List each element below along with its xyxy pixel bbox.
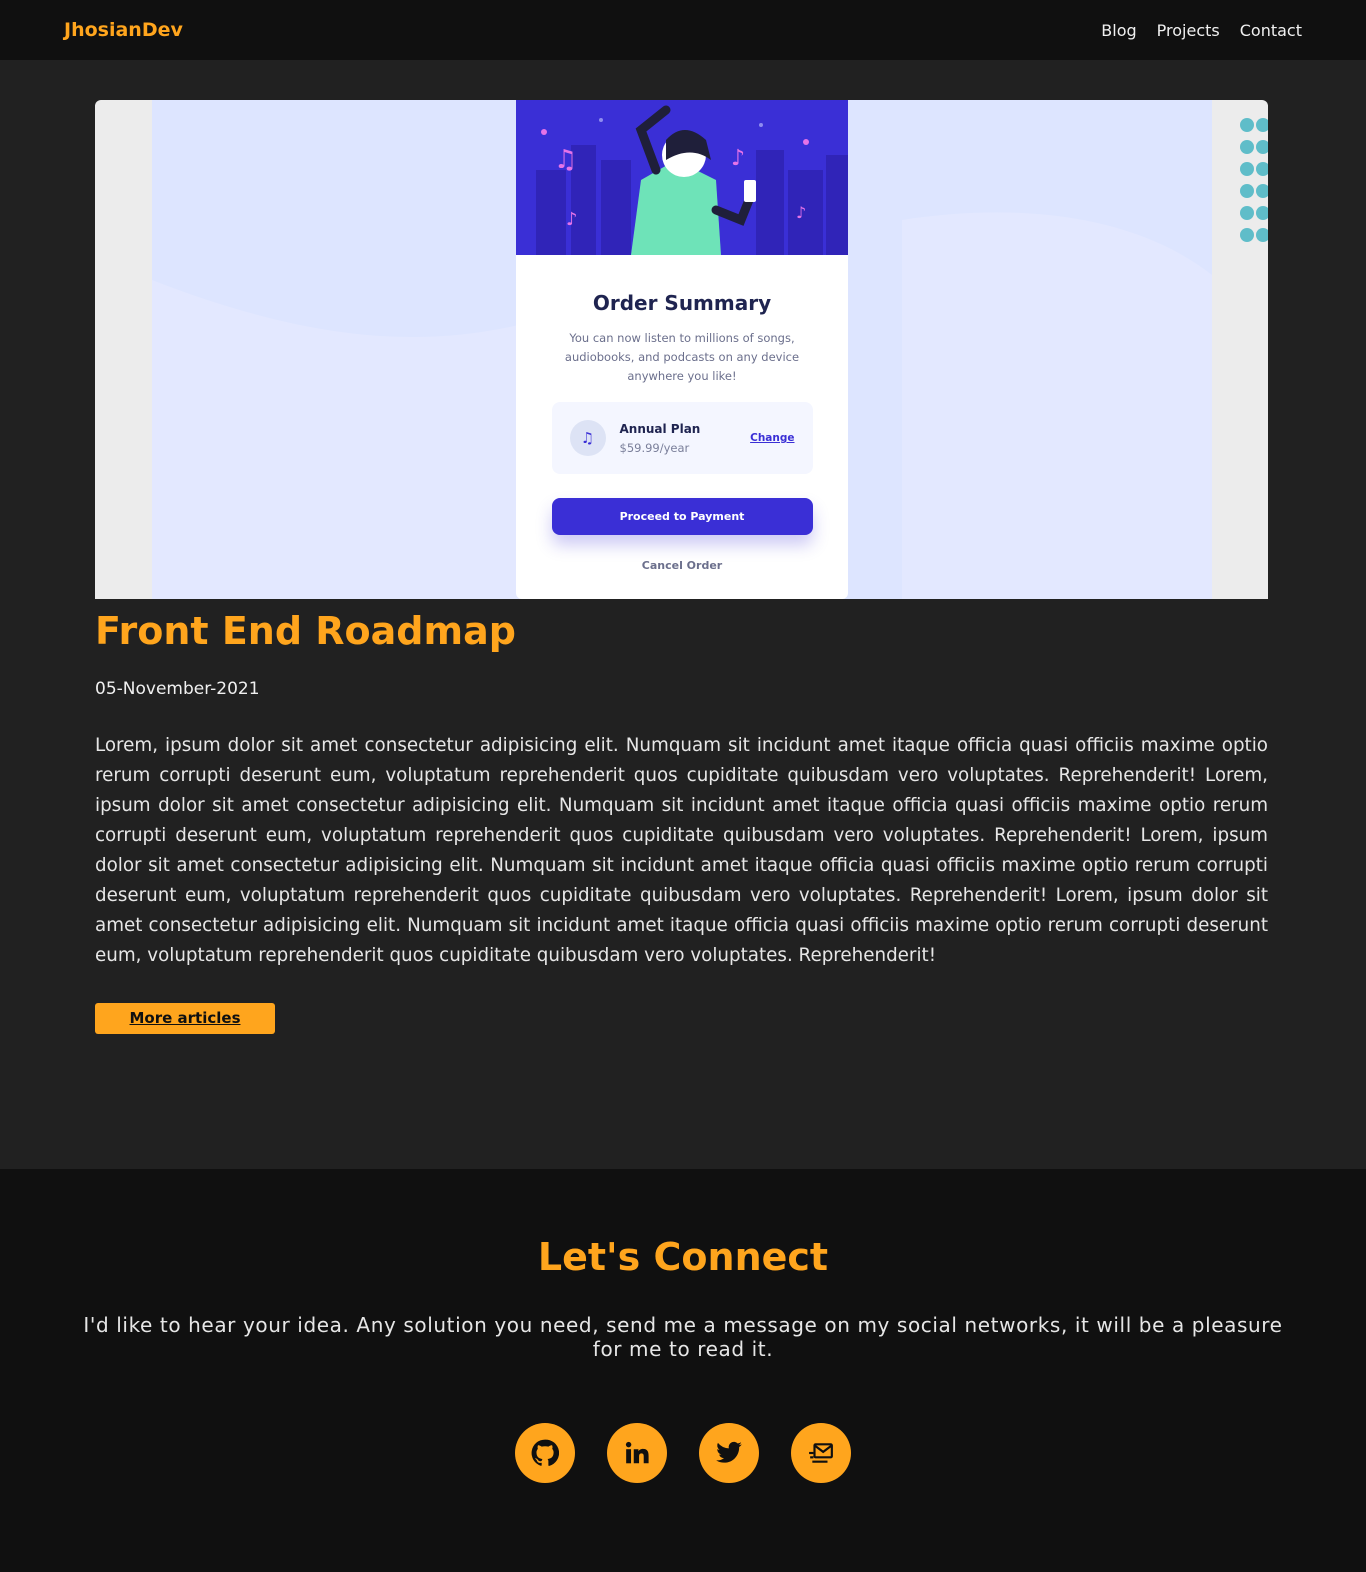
article-date: 05-November-2021 bbox=[95, 679, 260, 699]
twitter-icon[interactable] bbox=[699, 1423, 759, 1483]
connect-section: Let's Connect I'd like to hear your idea… bbox=[0, 1169, 1366, 1572]
cancel-order-link: Cancel Order bbox=[641, 559, 723, 572]
connect-text: I'd like to hear your idea. Any solution… bbox=[83, 1313, 1283, 1361]
card-title: Order Summary bbox=[592, 291, 772, 315]
music-note-icon: ♫ bbox=[569, 420, 606, 456]
mail-icon[interactable] bbox=[791, 1423, 851, 1483]
top-nav: JhosianDev Blog Projects Contact bbox=[0, 0, 1366, 60]
article-title: Front End Roadmap bbox=[95, 609, 516, 653]
brand-logo[interactable]: JhosianDev bbox=[64, 19, 183, 41]
plan-change-link: Change bbox=[750, 432, 795, 444]
plan-info: Annual Plan $59.99/year bbox=[620, 422, 701, 455]
article: ♫ ♪ ♪ ♪ Order Summary You can now listen… bbox=[95, 100, 1268, 1034]
connect-title: Let's Connect bbox=[537, 1235, 829, 1279]
music-illustration: ♫ ♪ ♪ ♪ bbox=[516, 100, 848, 255]
social-links bbox=[0, 1423, 1366, 1483]
proceed-to-payment-button: Proceed to Payment bbox=[551, 498, 813, 535]
decorative-dots bbox=[1240, 118, 1268, 250]
plan-price: $59.99/year bbox=[619, 440, 690, 455]
plan-name: Annual Plan bbox=[619, 421, 701, 436]
plan-box: ♫ Annual Plan $59.99/year Change bbox=[551, 402, 813, 474]
card-description: You can now listen to millions of songs,… bbox=[564, 331, 800, 383]
svg-text:♪: ♪ bbox=[731, 146, 745, 171]
nav-link-projects[interactable]: Projects bbox=[1157, 21, 1220, 40]
more-articles-button[interactable]: More articles bbox=[95, 1003, 275, 1034]
github-icon[interactable] bbox=[515, 1423, 575, 1483]
order-summary-card: ♫ ♪ ♪ ♪ Order Summary You can now listen… bbox=[516, 100, 848, 599]
article-body: Lorem, ipsum dolor sit amet consectetur … bbox=[95, 735, 1268, 966]
svg-text:♪: ♪ bbox=[566, 209, 578, 230]
svg-text:♫: ♫ bbox=[554, 145, 577, 175]
nav-links: Blog Projects Contact bbox=[1101, 21, 1302, 40]
card-body: Order Summary You can now listen to mill… bbox=[516, 255, 848, 572]
svg-text:♪: ♪ bbox=[796, 203, 806, 222]
illustration-svg: ♫ ♪ ♪ ♪ bbox=[516, 100, 848, 255]
linkedin-icon[interactable] bbox=[607, 1423, 667, 1483]
article-hero-image: ♫ ♪ ♪ ♪ Order Summary You can now listen… bbox=[95, 100, 1268, 599]
nav-link-contact[interactable]: Contact bbox=[1240, 21, 1302, 40]
nav-link-blog[interactable]: Blog bbox=[1101, 21, 1136, 40]
